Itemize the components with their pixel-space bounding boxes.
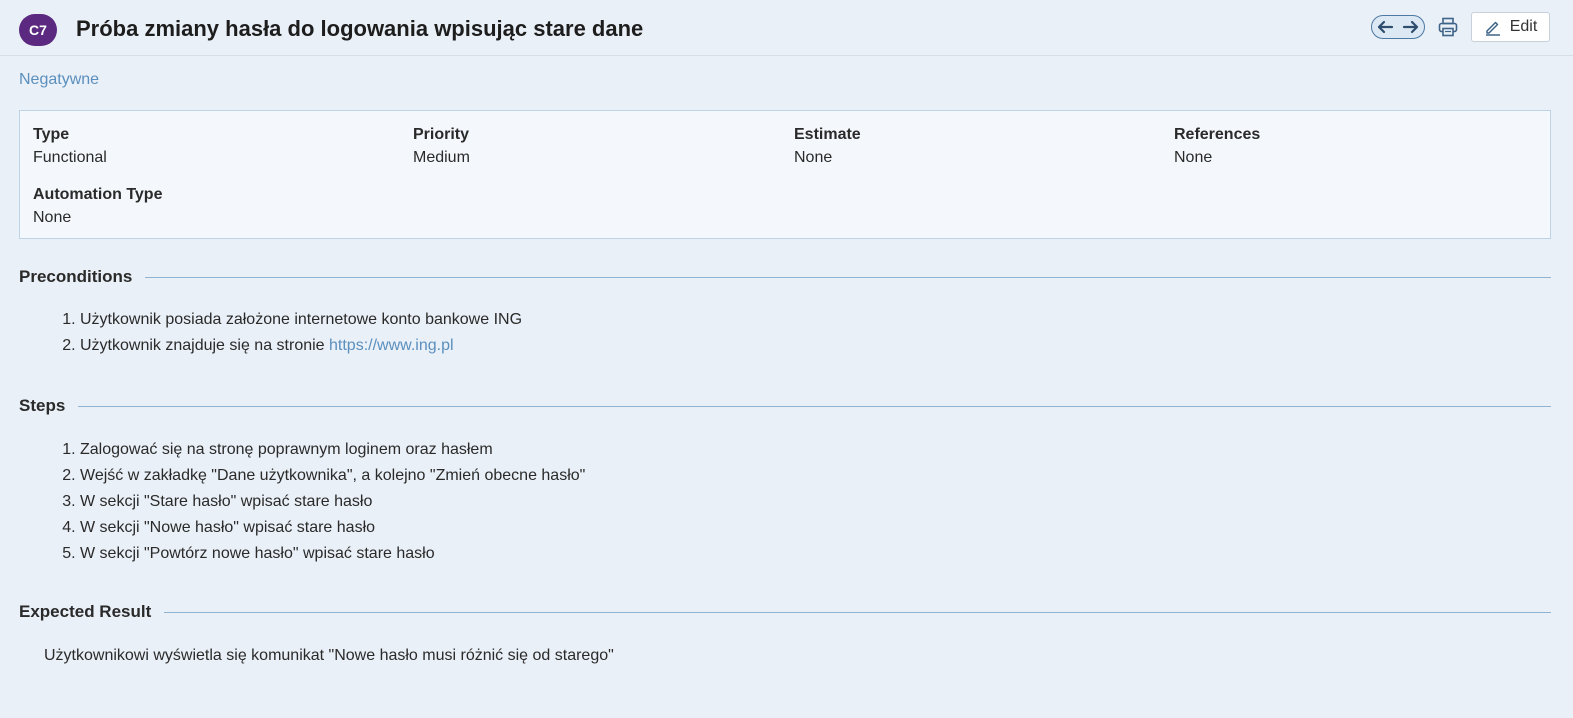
- list-item: Użytkownik posiada założone internetowe …: [80, 307, 522, 333]
- case-id-badge: C7: [19, 14, 57, 46]
- field-estimate-value: None: [794, 149, 833, 166]
- field-type-value: Functional: [33, 149, 107, 166]
- field-priority: Priority Medium: [413, 124, 470, 170]
- page-title: Próba zmiany hasła do logowania wpisując…: [76, 16, 644, 41]
- field-estimate: Estimate None: [794, 124, 861, 170]
- ing-website-link[interactable]: https://www.ing.pl: [329, 337, 454, 354]
- next-case-button[interactable]: [1400, 17, 1422, 37]
- step-item: Zalogować się na stronę poprawnym logine…: [80, 437, 585, 463]
- arrow-left-icon: [1377, 20, 1394, 34]
- section-label-link[interactable]: Negatywne: [19, 71, 99, 89]
- field-automation-type: Automation Type None: [33, 184, 162, 230]
- field-references: References None: [1174, 124, 1260, 170]
- edit-button-label: Edit: [1509, 18, 1538, 35]
- field-estimate-label: Estimate: [794, 126, 861, 143]
- case-navigation: [1371, 15, 1425, 39]
- step-item: W sekcji "Nowe hasło" wpisać stare hasło: [80, 515, 585, 541]
- pencil-icon: [1485, 21, 1500, 36]
- step-item: Wejść w zakładkę "Dane użytkownika", a k…: [80, 463, 585, 489]
- field-automation-type-label: Automation Type: [33, 186, 163, 203]
- section-divider: [145, 276, 1551, 278]
- edit-button[interactable]: Edit: [1471, 12, 1550, 42]
- preconditions-list: Użytkownik posiada założone internetowe …: [52, 307, 522, 359]
- expected-result-text: Użytkownikowi wyświetla się komunikat "N…: [44, 647, 614, 664]
- steps-heading-text: Steps: [19, 396, 66, 415]
- printer-icon: [1438, 17, 1458, 37]
- list-item: Użytkownik znajduje się na stronie https…: [80, 333, 522, 359]
- field-type-label: Type: [33, 126, 70, 143]
- section-divider: [78, 405, 1551, 407]
- field-type: Type Functional: [33, 124, 107, 170]
- print-button[interactable]: [1436, 15, 1460, 39]
- expected-result-heading-text: Expected Result: [19, 602, 152, 621]
- field-references-label: References: [1174, 126, 1261, 143]
- step-item: W sekcji "Powtórz nowe hasło" wpisać sta…: [80, 541, 585, 567]
- steps-heading: Steps: [19, 396, 1551, 416]
- field-automation-type-value: None: [33, 209, 72, 226]
- list-item-text: Użytkownik znajduje się na stronie: [80, 337, 330, 354]
- field-priority-value: Medium: [413, 149, 470, 166]
- field-references-value: None: [1174, 149, 1213, 166]
- steps-list: Zalogować się na stronę poprawnym logine…: [52, 437, 585, 567]
- preconditions-heading: Preconditions: [19, 267, 1551, 287]
- field-priority-label: Priority: [413, 126, 470, 143]
- preconditions-heading-text: Preconditions: [19, 267, 133, 286]
- page-header: C7 Próba zmiany hasła do logowania wpisu…: [0, 0, 1573, 56]
- expected-result-heading: Expected Result: [19, 602, 1551, 622]
- case-details-panel: Type Functional Priority Medium Estimate…: [19, 110, 1551, 239]
- previous-case-button[interactable]: [1374, 17, 1396, 37]
- section-divider: [164, 611, 1551, 613]
- list-item-text: Użytkownik posiada założone internetowe …: [80, 311, 523, 328]
- step-item: W sekcji "Stare hasło" wpisać stare hasł…: [80, 489, 585, 515]
- arrow-right-icon: [1402, 20, 1419, 34]
